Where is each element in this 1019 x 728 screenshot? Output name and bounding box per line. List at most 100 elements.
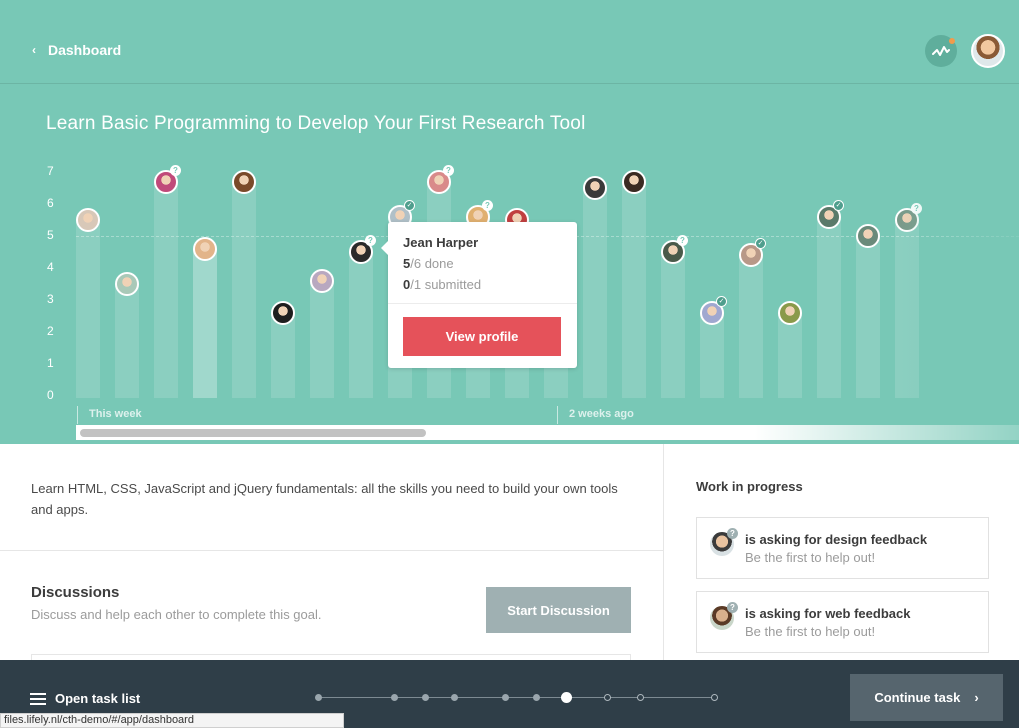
view-profile-button[interactable]: View profile <box>403 317 561 356</box>
check-badge-icon: ✓ <box>404 199 415 211</box>
y-tick-label: 3 <box>47 292 54 306</box>
question-badge-icon: ? <box>482 199 493 211</box>
chart-bar[interactable] <box>76 220 100 398</box>
progress-step[interactable] <box>391 694 398 701</box>
wip-item-subtitle: Be the first to help out! <box>745 624 876 639</box>
start-discussion-button[interactable]: Start Discussion <box>486 587 631 633</box>
member-avatar[interactable] <box>232 169 256 194</box>
wip-item[interactable]: ? is asking for design feedback Be the f… <box>696 517 989 579</box>
member-avatar[interactable] <box>583 176 607 200</box>
chart-bar[interactable] <box>856 236 880 398</box>
open-task-list-label: Open task list <box>55 691 141 706</box>
tooltip-done-rest: /6 done <box>410 256 454 271</box>
progress-step[interactable] <box>604 694 611 701</box>
check-badge-icon: ✓ <box>833 199 844 211</box>
progress-step[interactable] <box>502 694 509 701</box>
notification-dot <box>949 38 955 44</box>
check-badge-icon: ✓ <box>755 238 766 250</box>
discussions-subtitle: Discuss and help each other to complete … <box>31 607 322 622</box>
list-icon <box>30 692 46 705</box>
y-tick-label: 5 <box>47 228 54 242</box>
chart-bar[interactable] <box>583 188 607 398</box>
chart-bar[interactable] <box>778 312 802 398</box>
y-tick-label: 4 <box>47 260 54 274</box>
chart-bar[interactable] <box>154 181 178 398</box>
chart-bar[interactable] <box>895 220 919 398</box>
question-badge-icon: ? <box>365 235 376 246</box>
question-badge-icon: ? <box>677 235 688 246</box>
chart-bar[interactable] <box>115 284 139 398</box>
wip-item-heading: is asking for design feedback <box>745 532 928 547</box>
member-avatar[interactable] <box>622 169 646 194</box>
chart-bar[interactable] <box>193 248 217 398</box>
progress-step[interactable] <box>533 694 540 701</box>
member-tooltip: Jean Harper 5/6 done 0/1 submitted View … <box>381 222 577 368</box>
page-title: Learn Basic Programming to Develop Your … <box>46 113 586 134</box>
open-task-list-button[interactable]: Open task list <box>30 691 140 706</box>
y-tick-label: 0 <box>47 388 54 402</box>
y-tick-label: 7 <box>47 164 54 178</box>
progress-step[interactable] <box>422 694 429 701</box>
progress-step[interactable] <box>711 694 718 701</box>
question-badge-icon: ? <box>911 203 922 214</box>
progress-step[interactable] <box>315 694 322 701</box>
check-badge-icon: ✓ <box>716 295 727 307</box>
chart-bar[interactable] <box>622 181 646 398</box>
tooltip-done: 5/6 done <box>403 256 454 271</box>
question-badge-icon: ? <box>443 164 454 176</box>
user-avatar[interactable] <box>971 34 1005 68</box>
goal-description: Learn HTML, CSS, JavaScript and jQuery f… <box>31 481 618 517</box>
axis-label-2-weeks-ago: 2 weeks ago <box>569 408 634 420</box>
question-badge-icon: ? <box>170 164 181 176</box>
tooltip-arrow <box>381 241 388 255</box>
progress-step-current[interactable] <box>561 692 572 703</box>
continue-task-label: Continue task <box>874 690 961 705</box>
y-tick-label: 1 <box>47 356 54 370</box>
axis-label-this-week: This week <box>89 408 142 420</box>
tooltip-divider <box>388 303 577 304</box>
discussions-title: Discussions <box>31 584 120 601</box>
y-tick-label: 6 <box>47 196 54 210</box>
chart-bar[interactable] <box>700 312 724 398</box>
chart-bar[interactable] <box>310 280 334 398</box>
tooltip-submitted: 0/1 submitted <box>403 277 481 292</box>
member-avatar[interactable] <box>193 236 217 261</box>
chart-bar[interactable] <box>739 255 763 398</box>
tooltip-submitted-rest: /1 submitted <box>410 277 482 292</box>
status-bar-url: files.lifely.nl/cth-demo/#/app/dashboard <box>0 713 344 728</box>
member-avatar[interactable] <box>76 208 100 232</box>
task-progress-track <box>318 697 716 698</box>
section-divider <box>0 550 663 551</box>
chart-bar[interactable] <box>232 181 256 398</box>
chart-bar[interactable] <box>271 312 295 398</box>
member-avatar[interactable] <box>310 268 334 293</box>
wip-item[interactable]: ? is asking for web feedback Be the firs… <box>696 591 989 653</box>
back-label: Dashboard <box>48 42 122 58</box>
continue-task-button[interactable]: Continue task › <box>850 674 1003 721</box>
member-avatar[interactable] <box>271 300 295 325</box>
chevron-right-icon: › <box>974 690 979 705</box>
chart-bar[interactable] <box>661 252 685 398</box>
question-badge-icon: ? <box>727 602 738 613</box>
chart-scrollbar-thumb[interactable] <box>80 429 426 437</box>
activity-icon <box>932 46 950 56</box>
top-navbar: ‹ Dashboard <box>0 0 1019 84</box>
work-in-progress-title: Work in progress <box>696 479 803 494</box>
tooltip-member-name: Jean Harper <box>403 235 479 250</box>
activity-button[interactable] <box>925 35 957 67</box>
axis-tick-this-week <box>77 406 78 424</box>
chart-bar[interactable] <box>349 252 373 398</box>
y-tick-label: 2 <box>47 324 54 338</box>
member-avatar[interactable] <box>856 224 880 248</box>
chevron-left-icon: ‹ <box>32 43 36 57</box>
progress-step[interactable] <box>451 694 458 701</box>
member-avatar[interactable] <box>115 272 139 296</box>
column-divider <box>663 444 664 660</box>
axis-tick-2-weeks <box>557 406 558 424</box>
member-avatar[interactable] <box>778 300 802 325</box>
progress-step[interactable] <box>637 694 644 701</box>
wip-item-subtitle: Be the first to help out! <box>745 550 876 565</box>
question-badge-icon: ? <box>727 528 738 539</box>
back-to-dashboard-link[interactable]: ‹ Dashboard <box>32 42 121 58</box>
chart-bar[interactable] <box>817 216 841 398</box>
